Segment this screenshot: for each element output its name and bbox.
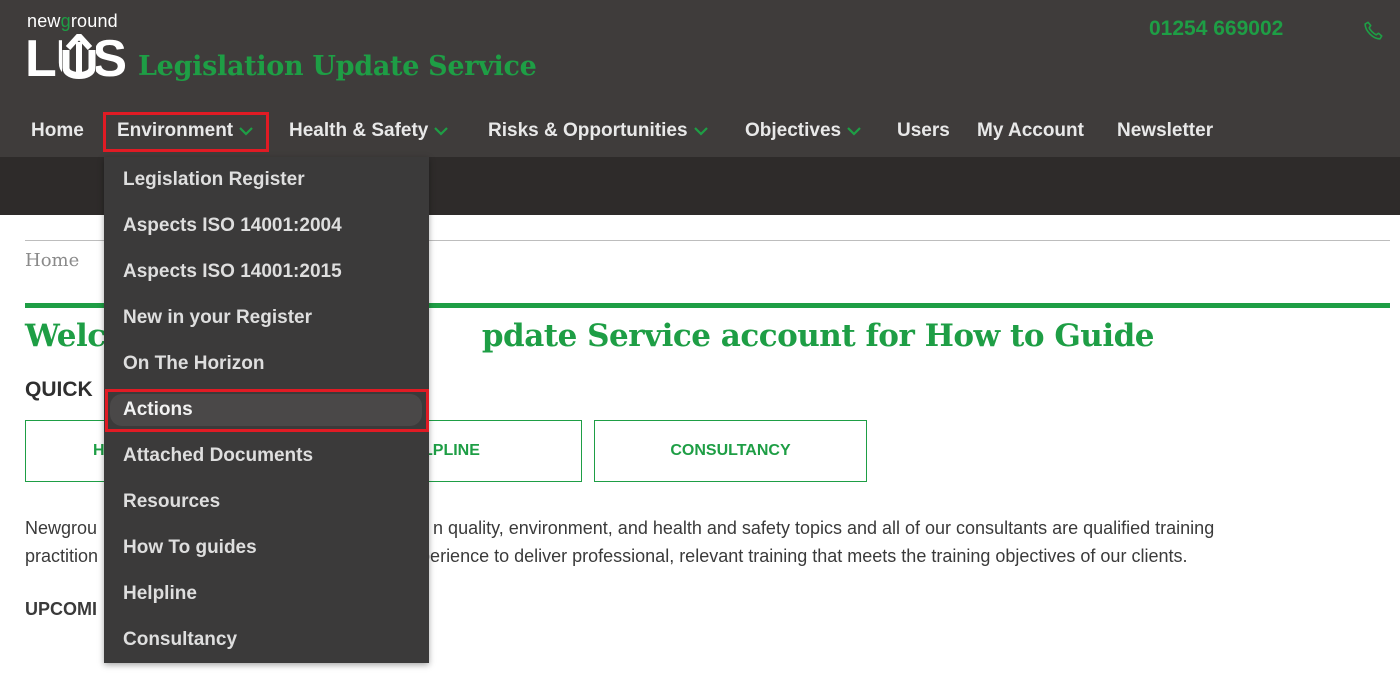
- breadcrumb[interactable]: Home: [25, 250, 79, 271]
- dd-attached-documents[interactable]: Attached Documents: [123, 441, 313, 471]
- quick-links-heading: QUICK: [25, 378, 93, 401]
- phone-icon[interactable]: [1362, 20, 1384, 42]
- chevron-down-icon: [847, 127, 861, 136]
- nav-my-account[interactable]: My Account: [977, 110, 1084, 152]
- nav-users[interactable]: Users: [897, 110, 950, 152]
- dd-on-the-horizon[interactable]: On The Horizon: [123, 349, 264, 379]
- nav-newsletter[interactable]: Newsletter: [1117, 110, 1213, 152]
- upcoming-heading: UPCOMI: [25, 599, 97, 619]
- logo-arrow-icon: [62, 34, 96, 82]
- dd-helpline[interactable]: Helpline: [123, 579, 197, 609]
- dd-aspects-2004[interactable]: Aspects ISO 14001:2004: [123, 211, 342, 241]
- logo-newground[interactable]: newground: [27, 11, 118, 32]
- quick-link-consultancy[interactable]: CONSULTANCY: [594, 420, 867, 482]
- chevron-down-icon: [693, 127, 708, 136]
- nav-risks-opportunities[interactable]: Risks & Opportunities: [488, 110, 708, 152]
- dd-aspects-2015[interactable]: Aspects ISO 14001:2015: [123, 257, 342, 287]
- dd-new-in-register[interactable]: New in your Register: [123, 303, 312, 333]
- dd-consultancy[interactable]: Consultancy: [123, 625, 237, 655]
- dd-how-to-guides[interactable]: How To guides: [123, 533, 257, 563]
- environment-highlight-box: [103, 112, 269, 152]
- site-title: Legislation Update Service: [138, 51, 537, 82]
- nav-home[interactable]: Home: [31, 110, 84, 152]
- dd-resources[interactable]: Resources: [123, 487, 220, 517]
- chevron-down-icon: [434, 127, 449, 136]
- phone-number[interactable]: 01254 669002: [1149, 17, 1283, 41]
- nav-objectives[interactable]: Objectives: [745, 110, 861, 152]
- nav-health-safety[interactable]: Health & Safety: [289, 110, 449, 152]
- actions-highlight-box: [105, 389, 429, 432]
- dd-legislation-register[interactable]: Legislation Register: [123, 165, 305, 195]
